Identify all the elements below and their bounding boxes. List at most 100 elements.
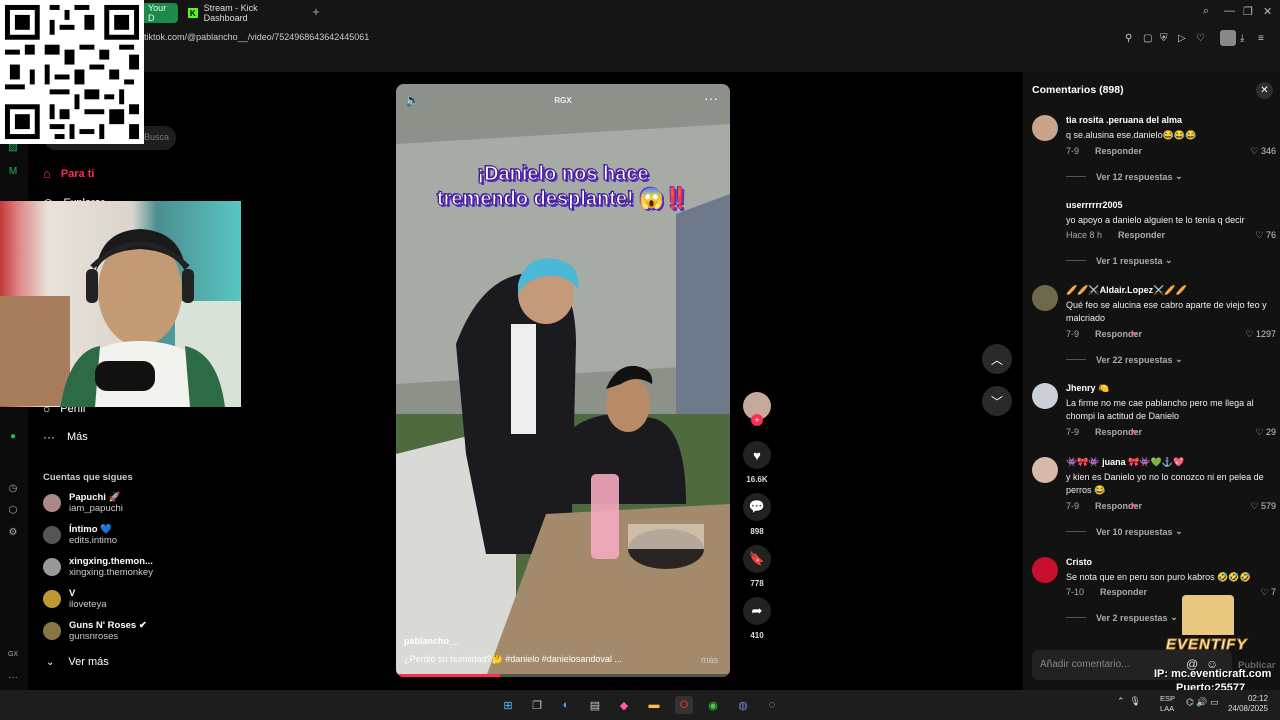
view-replies[interactable]: Ver 22 respuestas ⌄: [1066, 354, 1183, 365]
like-button[interactable]: ♥ 16.6K: [743, 441, 771, 484]
browser-tab-kick[interactable]: K Stream - Kick Dashboard: [180, 3, 308, 23]
caption-more-link[interactable]: más: [701, 655, 718, 665]
taskbar: [0, 690, 1280, 720]
browser-tab-1[interactable]: Your D: [140, 3, 178, 23]
close-window-icon[interactable]: ✕: [1263, 5, 1272, 18]
save-button[interactable]: 🔖 778: [743, 545, 771, 588]
like-count: 29: [1265, 427, 1276, 437]
steam-icon[interactable]: ◌: [763, 696, 781, 714]
comments-title: Comentarios (898): [1032, 84, 1124, 96]
discord-icon[interactable]: ◍: [734, 696, 752, 714]
previous-video-button[interactable]: ︿: [982, 344, 1012, 374]
comment-like[interactable]: ♡ 29: [1255, 427, 1276, 438]
account-handle: iloveteya: [69, 599, 107, 610]
sidebar-app-icon[interactable]: ●: [6, 431, 20, 445]
following-item[interactable]: Íntimo 💙 edits.intimo: [43, 524, 117, 546]
chrome-icon[interactable]: ◉: [704, 696, 722, 714]
comment-user[interactable]: tia rosita .peruana del alma: [1066, 115, 1182, 125]
sidebar-app-icon[interactable]: M: [6, 166, 20, 180]
download-icon[interactable]: ⤓: [1240, 33, 1244, 44]
history-icon[interactable]: ◷: [6, 483, 20, 497]
lang-layout: LAA: [1160, 704, 1175, 713]
menu-icon[interactable]: ≡: [1258, 33, 1264, 44]
view-replies[interactable]: Ver 10 respuestas ⌄: [1066, 526, 1183, 537]
nav-mas[interactable]: ··· Más: [43, 430, 88, 444]
profile-avatar[interactable]: [1220, 30, 1236, 46]
sidebar-app-icon[interactable]: ▨: [6, 142, 20, 156]
comment-like[interactable]: ♡ 1297: [1245, 329, 1276, 340]
video-progress-bar[interactable]: [396, 674, 730, 677]
avatar[interactable]: [1032, 383, 1058, 409]
avatar[interactable]: [1032, 200, 1058, 226]
reply-button[interactable]: Responder: [1118, 230, 1165, 240]
play-icon[interactable]: ▷: [1178, 33, 1186, 44]
more-icon[interactable]: ···: [6, 672, 20, 686]
opera-gx-icon[interactable]: O: [675, 696, 693, 714]
video-author[interactable]: pablancho__: [404, 636, 459, 646]
like-count: 7: [1270, 587, 1276, 597]
maximize-icon[interactable]: ❐: [1243, 5, 1253, 18]
following-item[interactable]: Viloveteya: [43, 588, 107, 610]
task-view-icon[interactable]: ❐: [528, 696, 546, 714]
comment-item: tia rosita .peruana del alma q se.alusin…: [1032, 115, 1276, 190]
pin-icon[interactable]: ⚲: [1125, 33, 1132, 44]
kick-icon: K: [188, 8, 198, 18]
more-options-icon[interactable]: ···: [704, 90, 718, 106]
comment-like[interactable]: ♡ 7: [1260, 587, 1276, 598]
replies-label: Ver 1 respuesta: [1096, 255, 1163, 266]
reply-button[interactable]: Responder: [1100, 587, 1147, 597]
next-video-button[interactable]: ﹀: [982, 386, 1012, 416]
comment-user[interactable]: Cristo: [1066, 557, 1092, 567]
following-item[interactable]: Papuchi 🚀 iam_papuchi: [43, 492, 123, 514]
settings-icon[interactable]: ⚙: [6, 527, 20, 541]
system-tray[interactable]: ⌃ 🎙: [1117, 696, 1141, 707]
close-icon[interactable]: ✕: [1256, 82, 1273, 99]
file-explorer-icon[interactable]: ▬: [645, 696, 663, 714]
clock[interactable]: 02:12 24/08/2025: [1226, 694, 1268, 714]
share-button[interactable]: ➦ 410: [743, 597, 771, 640]
comment-user[interactable]: 👾🎀👾 juana 🎀👾💚⚓💖: [1066, 457, 1184, 468]
see-more-button[interactable]: ⌄ Ver más: [43, 656, 109, 668]
search-icon[interactable]: ⌕: [1203, 5, 1209, 18]
account-name: xingxing.themon...: [69, 556, 153, 567]
nav-para-ti[interactable]: ⌂ Para ti: [43, 166, 95, 181]
heart-icon[interactable]: ♡: [1196, 33, 1205, 44]
minimize-icon[interactable]: —: [1224, 5, 1235, 17]
view-replies[interactable]: Ver 12 respuestas ⌄: [1066, 171, 1183, 182]
comment-user[interactable]: userrrrrr2005: [1066, 200, 1123, 210]
language-indicator[interactable]: ESP LAA: [1160, 694, 1175, 714]
comment-user[interactable]: Jhenry 🍋: [1066, 383, 1109, 394]
copilot-icon[interactable]: ◆: [615, 696, 633, 714]
comment-like[interactable]: ♡ 579: [1250, 501, 1276, 512]
new-tab-button[interactable]: +: [309, 4, 323, 20]
replies-label: Ver 12 respuestas: [1096, 171, 1173, 182]
comment-text: y kien es Danielo yo no lo conozco ni en…: [1066, 472, 1264, 495]
chevron-down-icon: ﹀: [990, 394, 1003, 409]
store-icon[interactable]: ▤: [586, 696, 604, 714]
comment-item: Jhenry 🍋 La firme no me cae pablancho pe…: [1032, 383, 1276, 443]
avatar[interactable]: [1032, 457, 1058, 483]
comment-button[interactable]: 💬 898: [743, 493, 771, 536]
following-item[interactable]: xingxing.themon... xingxing.themonkey: [43, 556, 153, 578]
extensions-icon[interactable]: ⬡: [6, 505, 20, 519]
windows-start-icon[interactable]: ⊞: [499, 696, 517, 714]
comment-like[interactable]: ♡ 76: [1255, 230, 1276, 241]
gx-icon[interactable]: GX: [6, 651, 20, 665]
avatar[interactable]: [1032, 557, 1058, 583]
view-replies[interactable]: Ver 1 respuesta ⌄: [1066, 255, 1173, 266]
creator-avatar[interactable]: +: [743, 392, 771, 426]
snapshot-icon[interactable]: ▢: [1143, 33, 1152, 44]
avatar[interactable]: [1032, 115, 1058, 141]
replies-label: Ver 10 respuestas: [1096, 526, 1173, 537]
comment-like[interactable]: ♡ 346: [1250, 146, 1276, 157]
comment-user[interactable]: 🥖🥖⚔️Aldair.Lopez⚔️🥖🥖: [1066, 285, 1187, 296]
network-icon[interactable]: ⌬ 🔊 ▭: [1186, 697, 1219, 708]
avatar[interactable]: [1032, 285, 1058, 311]
edge-icon[interactable]: ◐: [557, 696, 575, 714]
shield-icon[interactable]: ⛨: [1160, 33, 1168, 44]
video-player[interactable]: 🔈 RGX ··· ¡Danielo nos hace tremendo des…: [396, 84, 730, 677]
url-text[interactable]: tiktok.com/@pablancho__/video/7524968643…: [144, 32, 369, 42]
reply-button[interactable]: Responder: [1095, 146, 1142, 156]
follow-plus-icon[interactable]: +: [751, 414, 763, 426]
following-item[interactable]: Guns N' Roses ✔ gunsnroses: [43, 620, 147, 642]
